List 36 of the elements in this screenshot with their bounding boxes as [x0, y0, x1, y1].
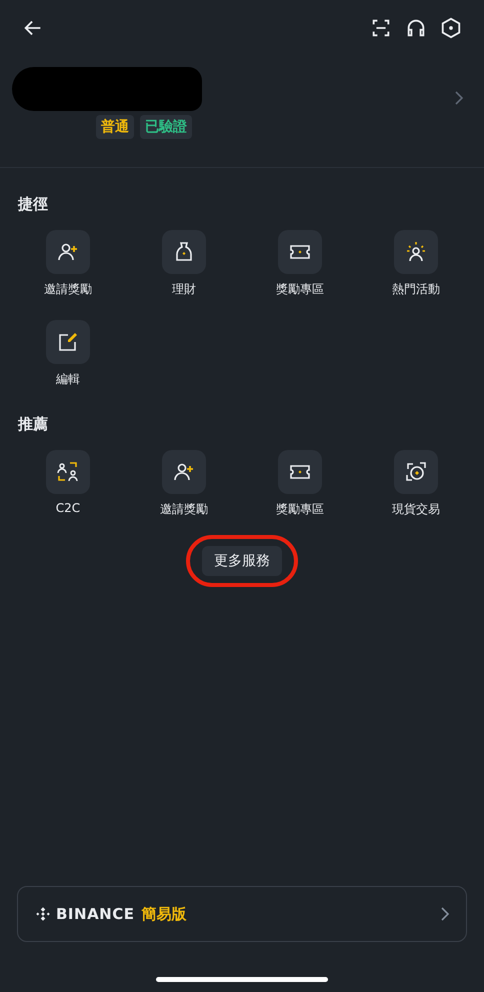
settings-icon[interactable]	[440, 17, 462, 39]
shortcut-tile[interactable]	[46, 230, 90, 274]
lite-label: 簡易版	[142, 904, 188, 924]
shortcut-tile[interactable]	[394, 230, 438, 274]
shortcut-label: 獎勵專區	[276, 501, 324, 518]
person-rays-icon	[404, 240, 428, 264]
coin-target-icon	[404, 460, 428, 484]
status-tag: 已驗證	[140, 115, 192, 139]
shortcut-tile[interactable]	[278, 230, 322, 274]
shortcut-label: C2C	[56, 501, 80, 515]
shortcut-tile[interactable]	[278, 450, 322, 494]
more-services-button[interactable]: 更多服務	[202, 546, 282, 576]
two-people-icon	[56, 460, 80, 484]
status-tag: 普通	[96, 115, 134, 139]
shortcut-tile[interactable]	[394, 450, 438, 494]
shortcut-label: 獎勵專區	[276, 281, 324, 298]
chevron-right-icon[interactable]	[454, 90, 464, 106]
lite-version-banner[interactable]: BINANCE 簡易版	[17, 886, 467, 942]
shortcut-tile[interactable]	[162, 450, 206, 494]
section-title: 捷徑	[16, 194, 49, 214]
shortcut-label: 邀請獎勵	[44, 281, 92, 298]
shortcut-tile[interactable]	[46, 320, 90, 364]
shortcut-tile[interactable]	[162, 230, 206, 274]
diamond-logo-icon	[34, 905, 52, 923]
shortcut-label: 現貨交易	[392, 501, 440, 518]
shortcut-label: 熱門活動	[392, 281, 440, 298]
shortcut-label: 理財	[172, 281, 196, 298]
scan-icon[interactable]	[370, 17, 392, 39]
shortcut-label: 編輯	[56, 371, 80, 388]
chevron-right-icon	[440, 906, 450, 922]
headset-icon[interactable]	[405, 17, 427, 39]
shortcut-label: 邀請獎勵	[160, 501, 208, 518]
brand-name: BINANCE	[56, 905, 134, 923]
section-title: 推薦	[16, 414, 49, 434]
edit-icon	[56, 330, 80, 354]
shortcut-tile[interactable]	[46, 450, 90, 494]
